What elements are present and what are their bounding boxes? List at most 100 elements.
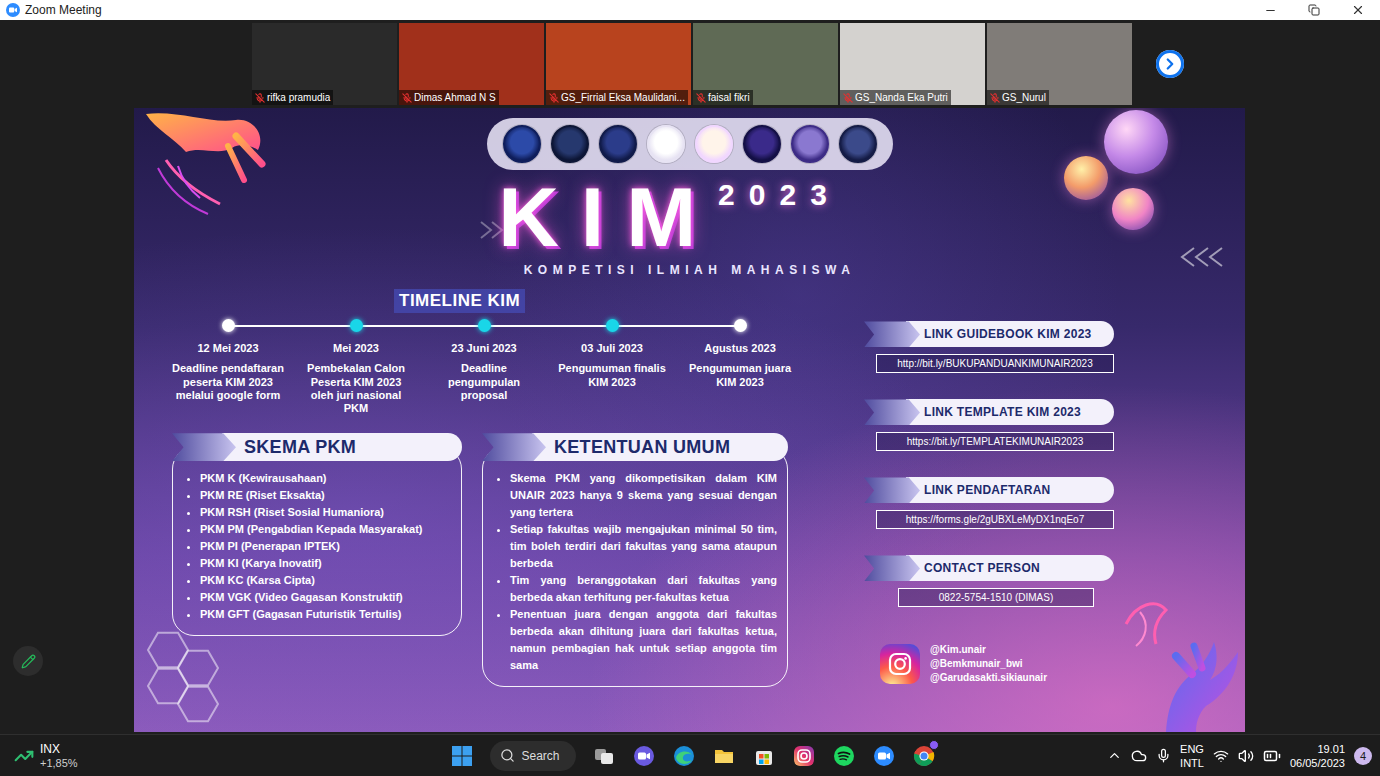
system-tray: ENGINTL 19.0106/05/2023 4	[942, 742, 1372, 770]
skema-list: PKM K (Kewirausahaan)PKM RE (Riset Eksak…	[187, 470, 451, 623]
file-explorer-icon	[713, 745, 735, 767]
link-value[interactable]: https://forms.gle/2gUBXLeMyDX1nqEo7	[876, 510, 1114, 529]
banner-label: LINK GUIDEBOOK KIM 2023	[906, 321, 1114, 347]
wifi-icon[interactable]	[1213, 748, 1229, 764]
language-indicator[interactable]: ENGINTL	[1180, 742, 1204, 770]
restore-button[interactable]	[1292, 0, 1336, 20]
instagram-glyph-icon	[887, 651, 913, 677]
right-column: LINK GUIDEBOOK KIM 2023 http://bit.ly/BUK…	[864, 289, 1114, 687]
start-button[interactable]	[444, 738, 480, 774]
mic-muted-icon	[255, 93, 265, 103]
minimize-button[interactable]	[1248, 0, 1292, 20]
link-value[interactable]: 0822-5754-1510 (DIMAS)	[898, 588, 1094, 607]
timeline-dot	[478, 319, 491, 332]
link-value[interactable]: https://bit.ly/TEMPLATEKIMUNAIR2023	[876, 432, 1114, 451]
participant-strip: rifka pramudiaDimas Ahmad N S GS_Firrial …	[0, 22, 1380, 106]
title-bar: Zoom Meeting	[0, 0, 1380, 20]
taskbar-app[interactable]	[666, 738, 702, 774]
window-title: Zoom Meeting	[25, 3, 102, 17]
participant-tile[interactable]: Dimas Ahmad N S	[399, 23, 544, 105]
taskbar-app[interactable]	[826, 738, 862, 774]
participant-tile[interactable]: faisal fikri	[693, 23, 838, 105]
edge-browser-icon	[673, 745, 695, 767]
participant-name: GS_Firrial Eksa Maulidani...	[546, 90, 688, 105]
taskbar-app[interactable]	[866, 738, 902, 774]
organisation-logo-icon	[551, 125, 589, 163]
taskbar: INX+1,85% Search ENGINTL 19.0106/05/2023 4	[0, 734, 1380, 776]
link-group: LINK TEMPLATE KIM 2023 https://bit.ly/TEM…	[864, 399, 1114, 451]
link-group: CONTACT PERSON 0822-5754-1510 (DIMAS)	[864, 555, 1114, 607]
participant-tile[interactable]: GS_Nurul	[987, 23, 1132, 105]
planet-decoration	[1112, 188, 1154, 230]
social-handle: @Garudasakti.sikiaunair	[930, 671, 1047, 685]
timeline-text: Pengumuman juara KIM 2023	[682, 362, 798, 388]
meeting-stage: rifka pramudiaDimas Ahmad N S GS_Firrial …	[0, 20, 1380, 734]
taskbar-app[interactable]	[626, 738, 662, 774]
annotate-button[interactable]	[13, 646, 43, 676]
timeline-date: 23 Juni 2023	[451, 342, 516, 354]
skema-item: PKM KC (Karsa Cipta)	[200, 572, 451, 589]
social-handles: @Kim.unair@Bemkmunair_bwi@Garudasakti.si…	[930, 643, 1047, 685]
notification-badge[interactable]: 4	[1354, 747, 1372, 765]
restore-icon	[1308, 4, 1320, 16]
taskbar-app[interactable]	[786, 738, 822, 774]
ketentuan-item: Penentuan juara dengan anggota dari faku…	[510, 606, 777, 674]
stock-widget[interactable]: INX+1,85%	[40, 742, 78, 770]
hand-icon	[138, 108, 288, 220]
minimize-icon	[1264, 4, 1277, 17]
mic-muted-icon	[990, 93, 1000, 103]
participant-name: Dimas Ahmad N S	[399, 90, 499, 105]
next-page-button[interactable]	[1156, 50, 1184, 78]
timeline-dot	[734, 319, 747, 332]
share-area: KIM2023KOMPETISI ILMIAH MAHASISWATIMELIN…	[0, 108, 1380, 734]
participant-tile[interactable]: GS_Firrial Eksa Maulidani...	[546, 23, 691, 105]
skema-item: PKM VGK (Video Gagasan Konstruktif)	[200, 589, 451, 606]
pencil-icon	[21, 654, 36, 669]
organisation-logo-icon	[599, 125, 637, 163]
timeline-text: Deadline pendaftaran peserta KIM 2023 me…	[170, 362, 286, 402]
timeline-dot	[606, 319, 619, 332]
cloud-icon[interactable]	[1131, 748, 1147, 764]
timeline-text: Pembekalan Calon Peserta KIM 2023 oleh j…	[298, 362, 414, 415]
banner-label: LINK TEMPLATE KIM 2023	[906, 399, 1114, 425]
banner-label: CONTACT PERSON	[906, 555, 1114, 581]
slide-subtitle: KOMPETISI ILMIAH MAHASISWA	[524, 263, 856, 277]
banner-chevron-icon	[864, 399, 920, 425]
shared-slide: KIM2023KOMPETISI ILMIAH MAHASISWATIMELIN…	[134, 108, 1245, 732]
banner-chevron-icon	[864, 555, 920, 581]
skema-heading: SKEMA PKM	[172, 433, 462, 461]
timeline-date: 03 Juli 2023	[581, 342, 643, 354]
close-icon	[1351, 3, 1365, 17]
link-heading: LINK PENDAFTARAN	[864, 477, 1114, 503]
battery-icon[interactable]	[1263, 747, 1281, 765]
microphone-icon[interactable]	[1156, 748, 1171, 763]
zoom-logo-icon	[6, 3, 20, 17]
link-group: LINK PENDAFTARAN https://forms.gle/2gUBXL…	[864, 477, 1114, 529]
title-text: KIM	[498, 182, 718, 253]
taskbar-search[interactable]: Search	[490, 741, 575, 771]
skema-item: PKM RSH (Riset Sosial Humaniora)	[200, 504, 451, 521]
left-gutter	[0, 108, 134, 734]
volume-icon[interactable]	[1238, 748, 1254, 764]
skema-item: PKM KI (Karya Inovatif)	[200, 555, 451, 572]
ketentuan-card: KETENTUAN UMUMSkema PKM yang dikompetisi…	[482, 433, 788, 687]
participant-tile[interactable]: GS_Nanda Eka Putri	[840, 23, 985, 105]
taskbar-app[interactable]	[906, 738, 942, 774]
link-heading: LINK TEMPLATE KIM 2023	[864, 399, 1114, 425]
taskbar-app[interactable]	[706, 738, 742, 774]
banner-chevron-icon	[172, 433, 236, 461]
instagram-icon	[880, 644, 920, 684]
close-button[interactable]	[1336, 0, 1380, 20]
taskbar-left: INX+1,85%	[14, 742, 444, 770]
taskbar-app[interactable]	[586, 738, 622, 774]
windows-start-icon	[451, 745, 473, 767]
clock[interactable]: 19.0106/05/2023	[1290, 742, 1345, 770]
timeline-item: Mei 2023Pembekalan Calon Peserta KIM 202…	[292, 319, 420, 415]
participant-tile[interactable]: rifka pramudia	[252, 23, 397, 105]
link-value[interactable]: http://bit.ly/BUKUPANDUANKIMUNAIR2023	[876, 354, 1114, 373]
logo-bar	[487, 118, 893, 170]
timeline-dot	[222, 319, 235, 332]
chevron-up-icon[interactable]	[1107, 748, 1122, 763]
zoom-app-icon	[873, 745, 895, 767]
taskbar-app[interactable]	[746, 738, 782, 774]
